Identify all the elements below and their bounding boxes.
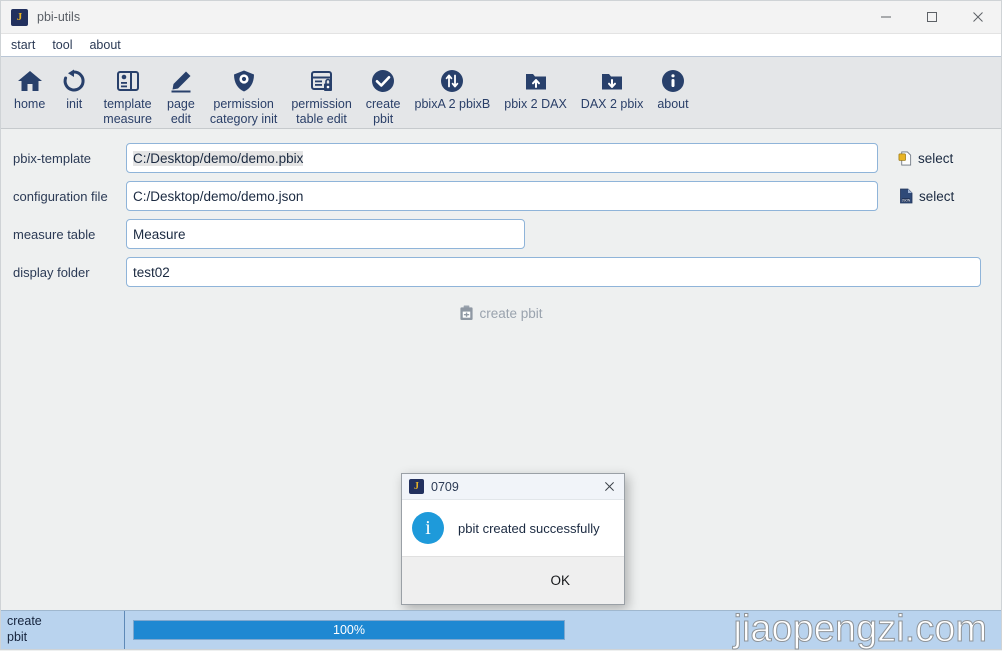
toolbar-label: page edit [167,97,195,126]
close-icon[interactable] [955,1,1001,33]
maximize-icon[interactable] [909,1,955,33]
form-area: pbix-template C:/Desktop/demo/demo.pbix … [1,129,1001,610]
swap-circle-icon [440,67,464,94]
toolbar-button-about[interactable]: about [650,63,695,112]
info-icon: i [412,512,444,544]
dialog-title: 0709 [431,479,459,494]
dialog-body: i pbit created successfully [402,500,624,556]
status-task-label: create pbit [1,611,125,649]
menu-item-tool[interactable]: tool [50,37,74,53]
table-lock-icon [310,67,334,94]
toolbar-label: DAX 2 pbix [580,97,644,111]
toolbar-button-template-measure[interactable]: template measure [96,63,159,127]
progress-area: 100% [125,611,1001,649]
info-circle-icon [661,67,685,94]
toolbar-label: template measure [103,97,152,126]
window-title: pbi-utils [37,10,81,24]
status-bar: create pbit 100% jiaopengzi.com [1,608,1001,651]
dialog-app-icon: J [409,479,424,494]
message-dialog: J 0709 i pbit created successfully OK [401,473,625,605]
toolbar-label: pbixA 2 pbixB [414,97,491,111]
progress-bar: 100% [133,620,565,640]
dialog-title-bar: J 0709 [402,474,624,500]
title-bar: J pbi-utils [1,1,1001,34]
app-window: J pbi-utils start tool about home init t… [0,0,1002,651]
menu-bar: start tool about [1,34,1001,57]
dialog-overlay: J 0709 i pbit created successfully OK [1,129,1001,610]
title-bar-left: J pbi-utils [1,8,81,26]
toolbar-button-pbix-2-dax[interactable]: pbix 2 DAX [497,63,574,112]
toolbar-label: init [66,97,83,111]
minimize-icon[interactable] [863,1,909,33]
toolbar-label: create pbit [365,97,401,126]
pencil-edit-icon [169,67,193,94]
shield-gear-icon [232,67,256,94]
toolbar-label: pbix 2 DAX [504,97,567,111]
dialog-footer: OK [402,556,624,604]
window-controls [863,1,1001,33]
toolbar-button-pbixa-2-pbixb[interactable]: pbixA 2 pbixB [408,63,498,112]
toolbar-button-permission-category-init[interactable]: permission category init [203,63,284,127]
dialog-close-icon[interactable] [594,474,624,499]
toolbar-label: home [14,97,46,111]
toolbar-button-home[interactable]: home [7,63,52,112]
toolbar-label: permission category init [209,97,278,126]
toolbar-label: permission table edit [291,97,352,126]
progress-label: 100% [333,623,365,637]
dialog-message: pbit created successfully [458,520,600,536]
toolbar-button-dax-2-pbix[interactable]: DAX 2 pbix [574,63,651,112]
toolbar-button-permission-table-edit[interactable]: permission table edit [284,63,358,127]
dialog-ok-button[interactable]: OK [542,570,578,591]
menu-item-start[interactable]: start [9,37,37,53]
toolbar: home init template measure page edit per… [1,57,1001,129]
home-icon [17,67,43,94]
toolbar-label: about [657,97,689,111]
toolbar-button-create-pbit[interactable]: create pbit [359,63,408,127]
folder-down-icon [600,67,624,94]
template-measure-icon [116,67,140,94]
menu-item-about[interactable]: about [87,37,122,53]
folder-up-icon [524,67,548,94]
refresh-icon [62,67,86,94]
check-circle-icon [371,67,395,94]
toolbar-button-page-edit[interactable]: page edit [159,63,203,127]
app-icon: J [11,8,28,26]
toolbar-button-init[interactable]: init [52,63,96,112]
